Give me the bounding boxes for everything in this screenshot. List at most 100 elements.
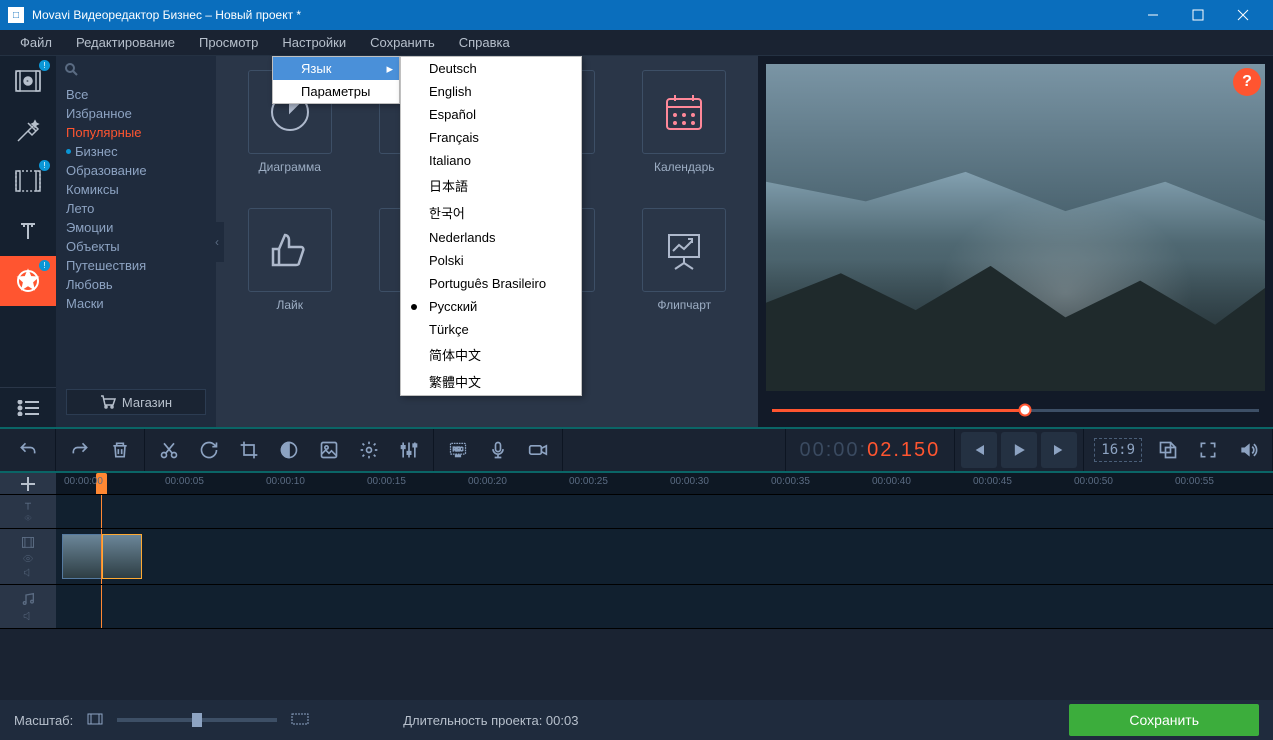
detach-button[interactable] (1150, 432, 1186, 468)
record-webcam-button[interactable] (520, 432, 556, 468)
redo-button[interactable] (62, 432, 98, 468)
help-button[interactable]: ? (1233, 68, 1261, 96)
rotate-button[interactable] (191, 432, 227, 468)
category-item[interactable]: Все (56, 85, 216, 104)
record-audio-button[interactable] (480, 432, 516, 468)
timeline-empty[interactable] (0, 629, 1273, 679)
speaker-icon[interactable] (22, 567, 34, 578)
clip-selected[interactable] (102, 534, 142, 579)
menu-help[interactable]: Справка (447, 32, 522, 53)
aspect-ratio[interactable]: 16:9 (1094, 438, 1142, 462)
gallery-item[interactable]: Календарь (625, 70, 745, 190)
language-item[interactable]: 繁體中文 (401, 368, 581, 395)
language-item[interactable]: Türkçe (401, 318, 581, 341)
equalizer-button[interactable] (391, 432, 427, 468)
language-item[interactable]: Português Brasileiro (401, 272, 581, 295)
color-adjust-button[interactable] (271, 432, 307, 468)
tool-stickers[interactable]: ! (0, 256, 56, 306)
clip-properties-button[interactable] (351, 432, 387, 468)
language-item[interactable]: Nederlands (401, 226, 581, 249)
language-item[interactable]: Deutsch (401, 57, 581, 80)
timeline-tracks (0, 495, 1273, 679)
image-button[interactable] (311, 432, 347, 468)
zoom-out-icon[interactable] (87, 712, 103, 729)
clip[interactable] (62, 534, 102, 579)
category-item[interactable]: Комиксы (56, 180, 216, 199)
language-item[interactable]: English (401, 80, 581, 103)
settings-dropdown: Язык▸ Параметры (272, 56, 400, 104)
gallery-item[interactable]: Лайк (230, 208, 350, 328)
language-item[interactable]: Français (401, 126, 581, 149)
maximize-button[interactable] (1175, 0, 1220, 30)
tool-more[interactable] (0, 387, 56, 427)
save-button[interactable]: Сохранить (1069, 704, 1259, 736)
category-item[interactable]: Любовь (56, 275, 216, 294)
crop-button[interactable] (231, 432, 267, 468)
category-item[interactable]: Путешествия (56, 256, 216, 275)
prev-frame-button[interactable] (961, 432, 997, 468)
next-frame-button[interactable] (1041, 432, 1077, 468)
menu-save[interactable]: Сохранить (358, 32, 447, 53)
eye-icon[interactable] (22, 553, 34, 564)
zoom-in-icon[interactable] (291, 712, 309, 729)
category-item[interactable]: Образование (56, 161, 216, 180)
language-item[interactable]: Italiano (401, 149, 581, 172)
menu-edit[interactable]: Редактирование (64, 32, 187, 53)
add-track-button[interactable] (0, 473, 56, 494)
volume-button[interactable] (1230, 432, 1266, 468)
undo-button[interactable] (10, 432, 46, 468)
category-item[interactable]: Популярные (56, 123, 216, 142)
language-item[interactable]: 한국어 (401, 199, 581, 226)
scrubber-knob[interactable] (1019, 404, 1032, 417)
category-item[interactable]: Объекты (56, 237, 216, 256)
menu-item-params[interactable]: Параметры (273, 80, 399, 103)
zoom-knob[interactable] (192, 713, 202, 727)
store-button[interactable]: Магазин (66, 389, 206, 415)
zoom-slider[interactable] (117, 718, 277, 722)
category-item[interactable]: Лето (56, 199, 216, 218)
tool-filters[interactable] (0, 106, 56, 156)
language-item[interactable]: Polski (401, 249, 581, 272)
delete-button[interactable] (102, 432, 138, 468)
track-head-video[interactable] (0, 529, 56, 584)
chevron-right-icon: ▸ (386, 61, 393, 77)
category-item[interactable]: Эмоции (56, 218, 216, 237)
track-head-titles[interactable] (0, 495, 56, 528)
titlebar: □ Movavi Видеоредактор Бизнес – Новый пр… (0, 0, 1273, 30)
language-item[interactable]: Español (401, 103, 581, 126)
preview-viewport[interactable] (766, 64, 1265, 391)
preview-scrubber[interactable] (772, 401, 1259, 419)
minimize-button[interactable] (1130, 0, 1175, 30)
ruler-tick: 00:00:15 (367, 476, 406, 487)
close-button[interactable] (1220, 0, 1265, 30)
track-head-audio[interactable] (0, 585, 56, 628)
category-browser: ВсеИзбранноеПопулярныеБизнесОбразованиеК… (56, 56, 216, 427)
preview-panel: ? (758, 56, 1273, 427)
cut-button[interactable] (151, 432, 187, 468)
menu-view[interactable]: Просмотр (187, 32, 270, 53)
record-screen-button[interactable]: REC (440, 432, 476, 468)
ruler-scale[interactable]: 00:00:0000:00:0500:00:1000:00:1500:00:20… (56, 473, 1273, 494)
category-item[interactable]: Бизнес (56, 142, 216, 161)
tool-transitions[interactable]: ! (0, 156, 56, 206)
menu-settings[interactable]: Настройки (270, 32, 358, 53)
tool-titles[interactable] (0, 206, 56, 256)
fullscreen-button[interactable] (1190, 432, 1226, 468)
language-item[interactable]: Русский (401, 295, 581, 318)
menu-file[interactable]: Файл (8, 32, 64, 53)
eye-icon[interactable] (22, 514, 34, 522)
category-item[interactable]: Избранное (56, 104, 216, 123)
category-item[interactable]: Маски (56, 294, 216, 313)
menu-item-language[interactable]: Язык▸ (273, 57, 399, 80)
language-item[interactable]: 日本語 (401, 172, 581, 199)
notification-badge-icon: ! (39, 60, 50, 71)
category-list: ВсеИзбранноеПопулярныеБизнесОбразованиеК… (56, 85, 216, 383)
play-button[interactable] (1001, 432, 1037, 468)
collapse-browser-button[interactable]: ‹ (210, 222, 224, 262)
tool-import[interactable]: ! (0, 56, 56, 106)
language-item[interactable]: 简体中文 (401, 341, 581, 368)
workarea: ! ! ! ВсеИзбранноеПопулярныеБизнесОбразо… (0, 56, 1273, 429)
gallery-item[interactable]: Флипчарт (625, 208, 745, 328)
timeline-ruler[interactable]: 00:00:0000:00:0500:00:1000:00:1500:00:20… (0, 473, 1273, 495)
speaker-icon[interactable] (22, 610, 34, 622)
